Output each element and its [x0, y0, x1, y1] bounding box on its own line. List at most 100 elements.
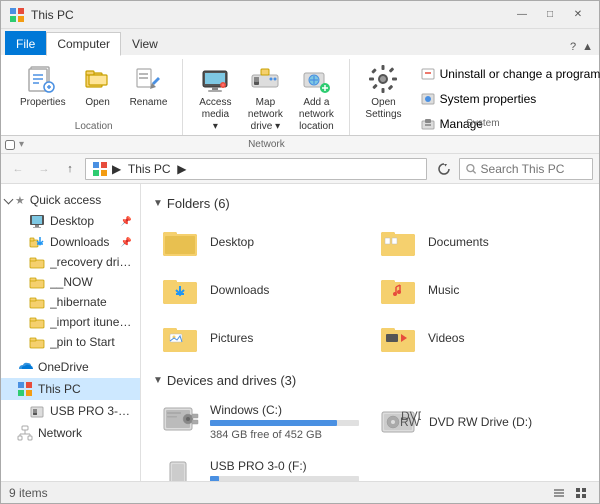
properties-label: Properties [20, 97, 66, 109]
ribbon-help-icon[interactable]: ? [570, 41, 576, 53]
sidebar-downloads-label: Downloads [50, 235, 116, 249]
open-button[interactable]: Open [75, 59, 121, 113]
ribbon-content: Properties Open [1, 55, 599, 135]
folder-videos-name: Videos [428, 331, 464, 345]
folder-item-videos[interactable]: Videos [371, 315, 587, 361]
add-network-location-button[interactable]: Add a networklocation [291, 59, 341, 137]
folder-desktop-name: Desktop [210, 235, 254, 249]
open-label: Open [85, 97, 109, 109]
folders-section-header: ▼ Folders (6) [153, 196, 587, 211]
rename-icon [132, 63, 164, 95]
sidebar-item-now[interactable]: __NOW [1, 272, 140, 292]
refresh-button[interactable] [433, 158, 455, 180]
thispc-path-icon [92, 161, 108, 177]
open-settings-label: OpenSettings [365, 97, 401, 121]
list-view-button[interactable] [549, 483, 569, 503]
grid-view-button[interactable] [571, 483, 591, 503]
uninstall-program-button[interactable]: Uninstall or change a program [413, 63, 600, 85]
sidebar-item-pin-to-start[interactable]: _pin to Start [1, 332, 140, 352]
drives-grid: Windows (C:) 384 GB free of 452 GB [153, 396, 587, 481]
access-media-button[interactable]: Accessmedia ▾ [191, 59, 239, 137]
drive-name-d: DVD RW Drive (D:) [429, 415, 578, 429]
sidebar: ★ Quick access Desktop 📌 [1, 184, 141, 481]
drive-item-dvd-d[interactable]: DVD RW DVD RW Drive (D:) [372, 396, 587, 448]
tab-file[interactable]: File [5, 31, 46, 55]
system-group-label2: System [466, 116, 499, 132]
drives-toggle[interactable]: ▼ [153, 375, 163, 386]
folder-item-desktop[interactable]: Desktop [153, 219, 369, 265]
drive-bar-fill-c [210, 420, 337, 426]
manage-button[interactable]: Manage [413, 113, 600, 135]
pin-to-start-icon [29, 335, 45, 349]
drives-section-header: ▼ Devices and drives (3) [153, 373, 587, 388]
close-button[interactable]: ✕ [565, 4, 591, 26]
uninstall-program-label: Uninstall or change a program [440, 67, 600, 81]
ribbon-collapse-icon[interactable]: ▲ [582, 41, 593, 53]
folder-item-documents[interactable]: Documents [371, 219, 587, 265]
sidebar-item-usbpro[interactable]: USB PRO 3-0 (F:) [1, 400, 140, 422]
sidebar-onedrive-label: OneDrive [38, 360, 132, 374]
sidebar-item-onedrive[interactable]: OneDrive [1, 356, 140, 378]
tab-computer[interactable]: Computer [46, 32, 121, 56]
back-button[interactable]: ← [7, 158, 29, 180]
map-network-drive-button[interactable]: Map networkdrive ▾ [241, 59, 289, 137]
ribbon-tabs: File Computer View ? ▲ [1, 29, 599, 55]
sidebar-item-network[interactable]: Network [1, 422, 140, 444]
add-network-location-label: Add a networklocation [298, 97, 334, 133]
svg-text:RW: RW [400, 415, 420, 429]
folder-downloads-name: Downloads [210, 283, 269, 297]
minimize-button[interactable]: — [509, 4, 535, 26]
search-icon [466, 163, 477, 175]
sidebar-item-thispc[interactable]: This PC [1, 378, 140, 400]
properties-button[interactable]: Properties [13, 59, 73, 113]
folders-grid: Desktop Documents [153, 219, 587, 361]
quick-access-header[interactable]: ★ Quick access [1, 188, 140, 210]
sidebar-item-import-itunes[interactable]: _import itunes groo [1, 312, 140, 332]
drive-item-usb-f[interactable]: USB PRO 3-0 (F:) 54.3 GB free of 57.6 GB [153, 452, 368, 481]
tab-view[interactable]: View [121, 31, 169, 55]
sidebar-item-hibernate[interactable]: _hibernate [1, 292, 140, 312]
forward-button[interactable]: → [33, 158, 55, 180]
settings-icon [367, 63, 399, 95]
folder-pictures-icon [162, 322, 202, 354]
address-path[interactable]: ▶ This PC ▶ [85, 158, 427, 180]
up-button[interactable]: ↑ [59, 158, 81, 180]
sidebar-item-recovery[interactable]: _recovery drive [1, 252, 140, 272]
folders-toggle[interactable]: ▼ [153, 198, 163, 209]
map-network-drive-icon [249, 63, 281, 95]
ribbon-group-location: Properties Open [5, 59, 183, 135]
open-settings-button[interactable]: OpenSettings [358, 59, 408, 125]
titlebar: This PC — □ ✕ [1, 1, 599, 29]
ribbon-group-network-items: Accessmedia ▾ [191, 59, 341, 137]
folder-music-name: Music [428, 283, 459, 297]
drive-item-windows-c[interactable]: Windows (C:) 384 GB free of 452 GB [153, 396, 368, 448]
drive-free-c: 384 GB free of 452 GB [210, 429, 359, 441]
folder-item-pictures[interactable]: Pictures [153, 315, 369, 361]
quick-access-chevron [4, 194, 14, 204]
rename-label: Rename [130, 97, 168, 109]
drive-name-c: Windows (C:) [210, 403, 359, 417]
desktop-pin-icon: 📌 [121, 216, 132, 227]
onedrive-icon [17, 359, 33, 375]
folder-item-downloads[interactable]: Downloads [153, 267, 369, 313]
quick-access-label: Quick access [30, 193, 101, 207]
folder-documents-name: Documents [428, 235, 489, 249]
access-media-label: Accessmedia ▾ [198, 97, 232, 133]
network-group-label: Network [248, 137, 285, 153]
drives-section-title: Devices and drives (3) [167, 373, 296, 388]
folder-videos-icon [380, 322, 420, 354]
item-checkbox[interactable] [5, 140, 15, 150]
downloads-pin-icon: 📌 [121, 237, 132, 248]
folder-pictures-name: Pictures [210, 331, 253, 345]
sidebar-pin-to-start-label: _pin to Start [50, 335, 132, 349]
desktop-icon [29, 213, 45, 229]
folder-item-music[interactable]: Music [371, 267, 587, 313]
location-group-label: Location [75, 119, 113, 135]
search-input[interactable] [481, 162, 586, 176]
uninstall-icon [420, 66, 436, 82]
sidebar-item-desktop[interactable]: Desktop 📌 [1, 210, 140, 232]
sidebar-item-downloads[interactable]: Downloads 📌 [1, 232, 140, 252]
rename-button[interactable]: Rename [123, 59, 175, 113]
restore-button[interactable]: □ [537, 4, 563, 26]
system-properties-button[interactable]: System properties [413, 88, 600, 110]
